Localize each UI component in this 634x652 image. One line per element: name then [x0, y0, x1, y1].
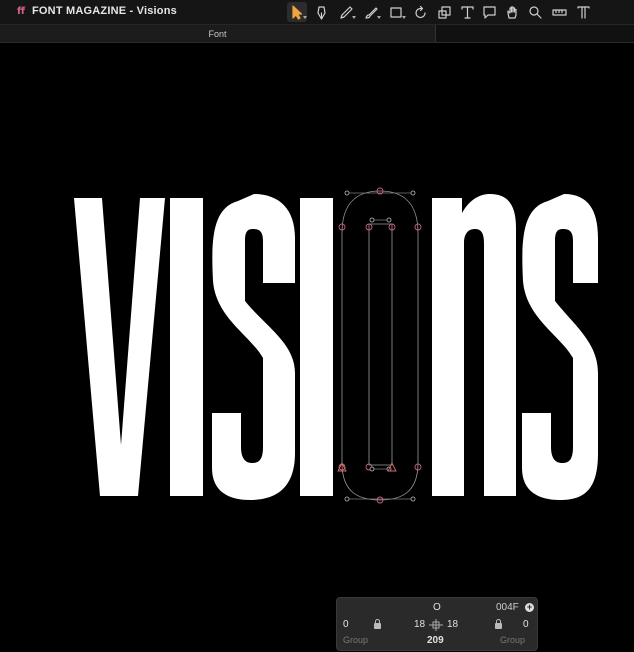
window-titlebar: ff FONT MAGAZINE - Visions	[0, 0, 634, 25]
scale-icon	[437, 5, 451, 19]
lsb-value[interactable]: 0	[343, 619, 349, 630]
tool-options-indicator	[402, 16, 406, 19]
glyph-canvas[interactable]	[0, 43, 634, 652]
magnifier-icon	[528, 5, 542, 19]
window-title: FONT MAGAZINE - Visions	[32, 5, 177, 17]
control-handle[interactable]	[344, 496, 350, 502]
metrics-link-icon[interactable]	[429, 618, 443, 631]
glyph-i[interactable]	[170, 198, 203, 496]
zoom-tool-button[interactable]	[525, 2, 545, 22]
brush-tool-button[interactable]	[361, 2, 381, 22]
tool-options-indicator	[352, 16, 356, 19]
glyph-v[interactable]	[74, 198, 165, 496]
measure-tool-button[interactable]	[549, 2, 569, 22]
unicode-value[interactable]: 004F	[496, 602, 519, 613]
glyph-n[interactable]	[432, 194, 516, 496]
text-icon	[460, 5, 474, 19]
lsb-group-label: Group	[343, 635, 369, 645]
lock-icon[interactable]	[495, 619, 502, 629]
control-handle[interactable]	[386, 217, 392, 223]
shape-tool-button[interactable]	[386, 2, 406, 22]
glyph-width-value[interactable]: 209	[427, 635, 444, 646]
add-unicode-icon[interactable]: +	[525, 603, 534, 612]
control-handle[interactable]	[344, 190, 350, 196]
annotation-tool-button[interactable]	[479, 2, 499, 22]
rsb-value[interactable]: 0	[523, 619, 529, 630]
lock-icon[interactable]	[374, 619, 381, 629]
tool-options-indicator	[303, 16, 307, 19]
control-handle[interactable]	[369, 217, 375, 223]
hand-icon	[506, 5, 517, 19]
right-metric-value[interactable]: 18	[447, 619, 458, 630]
glyph-s[interactable]	[212, 194, 295, 500]
pen-tool-button[interactable]	[336, 2, 356, 22]
glyph-i-2[interactable]	[300, 198, 333, 496]
pen-nib-icon	[316, 5, 326, 20]
glyph-s-2[interactable]	[522, 194, 598, 500]
glyph-o-outline[interactable]	[337, 187, 422, 504]
word-preview	[74, 187, 598, 504]
app-icon: ff	[17, 6, 26, 17]
glyph-info-panel: O 004F + 0 18 18 0 Group 209 Group	[336, 597, 538, 651]
control-handle[interactable]	[410, 496, 416, 502]
type-tool-button[interactable]	[573, 2, 593, 22]
rotate-icon	[414, 5, 426, 18]
control-handle[interactable]	[369, 466, 375, 472]
glyph-name[interactable]: O	[433, 602, 441, 613]
left-metric-value[interactable]: 18	[414, 619, 425, 630]
text-cursor-icon	[576, 5, 590, 19]
tab-font[interactable]: Font	[0, 25, 436, 42]
text-tool-button[interactable]	[457, 2, 477, 22]
draw-tool-button[interactable]	[311, 2, 331, 22]
control-handle[interactable]	[410, 190, 416, 196]
scale-tool-button[interactable]	[434, 2, 454, 22]
select-tool-button[interactable]	[287, 2, 307, 22]
ruler-icon	[551, 8, 567, 16]
rotate-tool-button[interactable]	[410, 2, 430, 22]
speech-bubble-icon	[482, 5, 496, 19]
tool-options-indicator	[377, 16, 381, 19]
hand-tool-button[interactable]	[502, 2, 522, 22]
tab-bar: Font	[0, 25, 634, 43]
rsb-group-label: Group	[500, 635, 526, 645]
